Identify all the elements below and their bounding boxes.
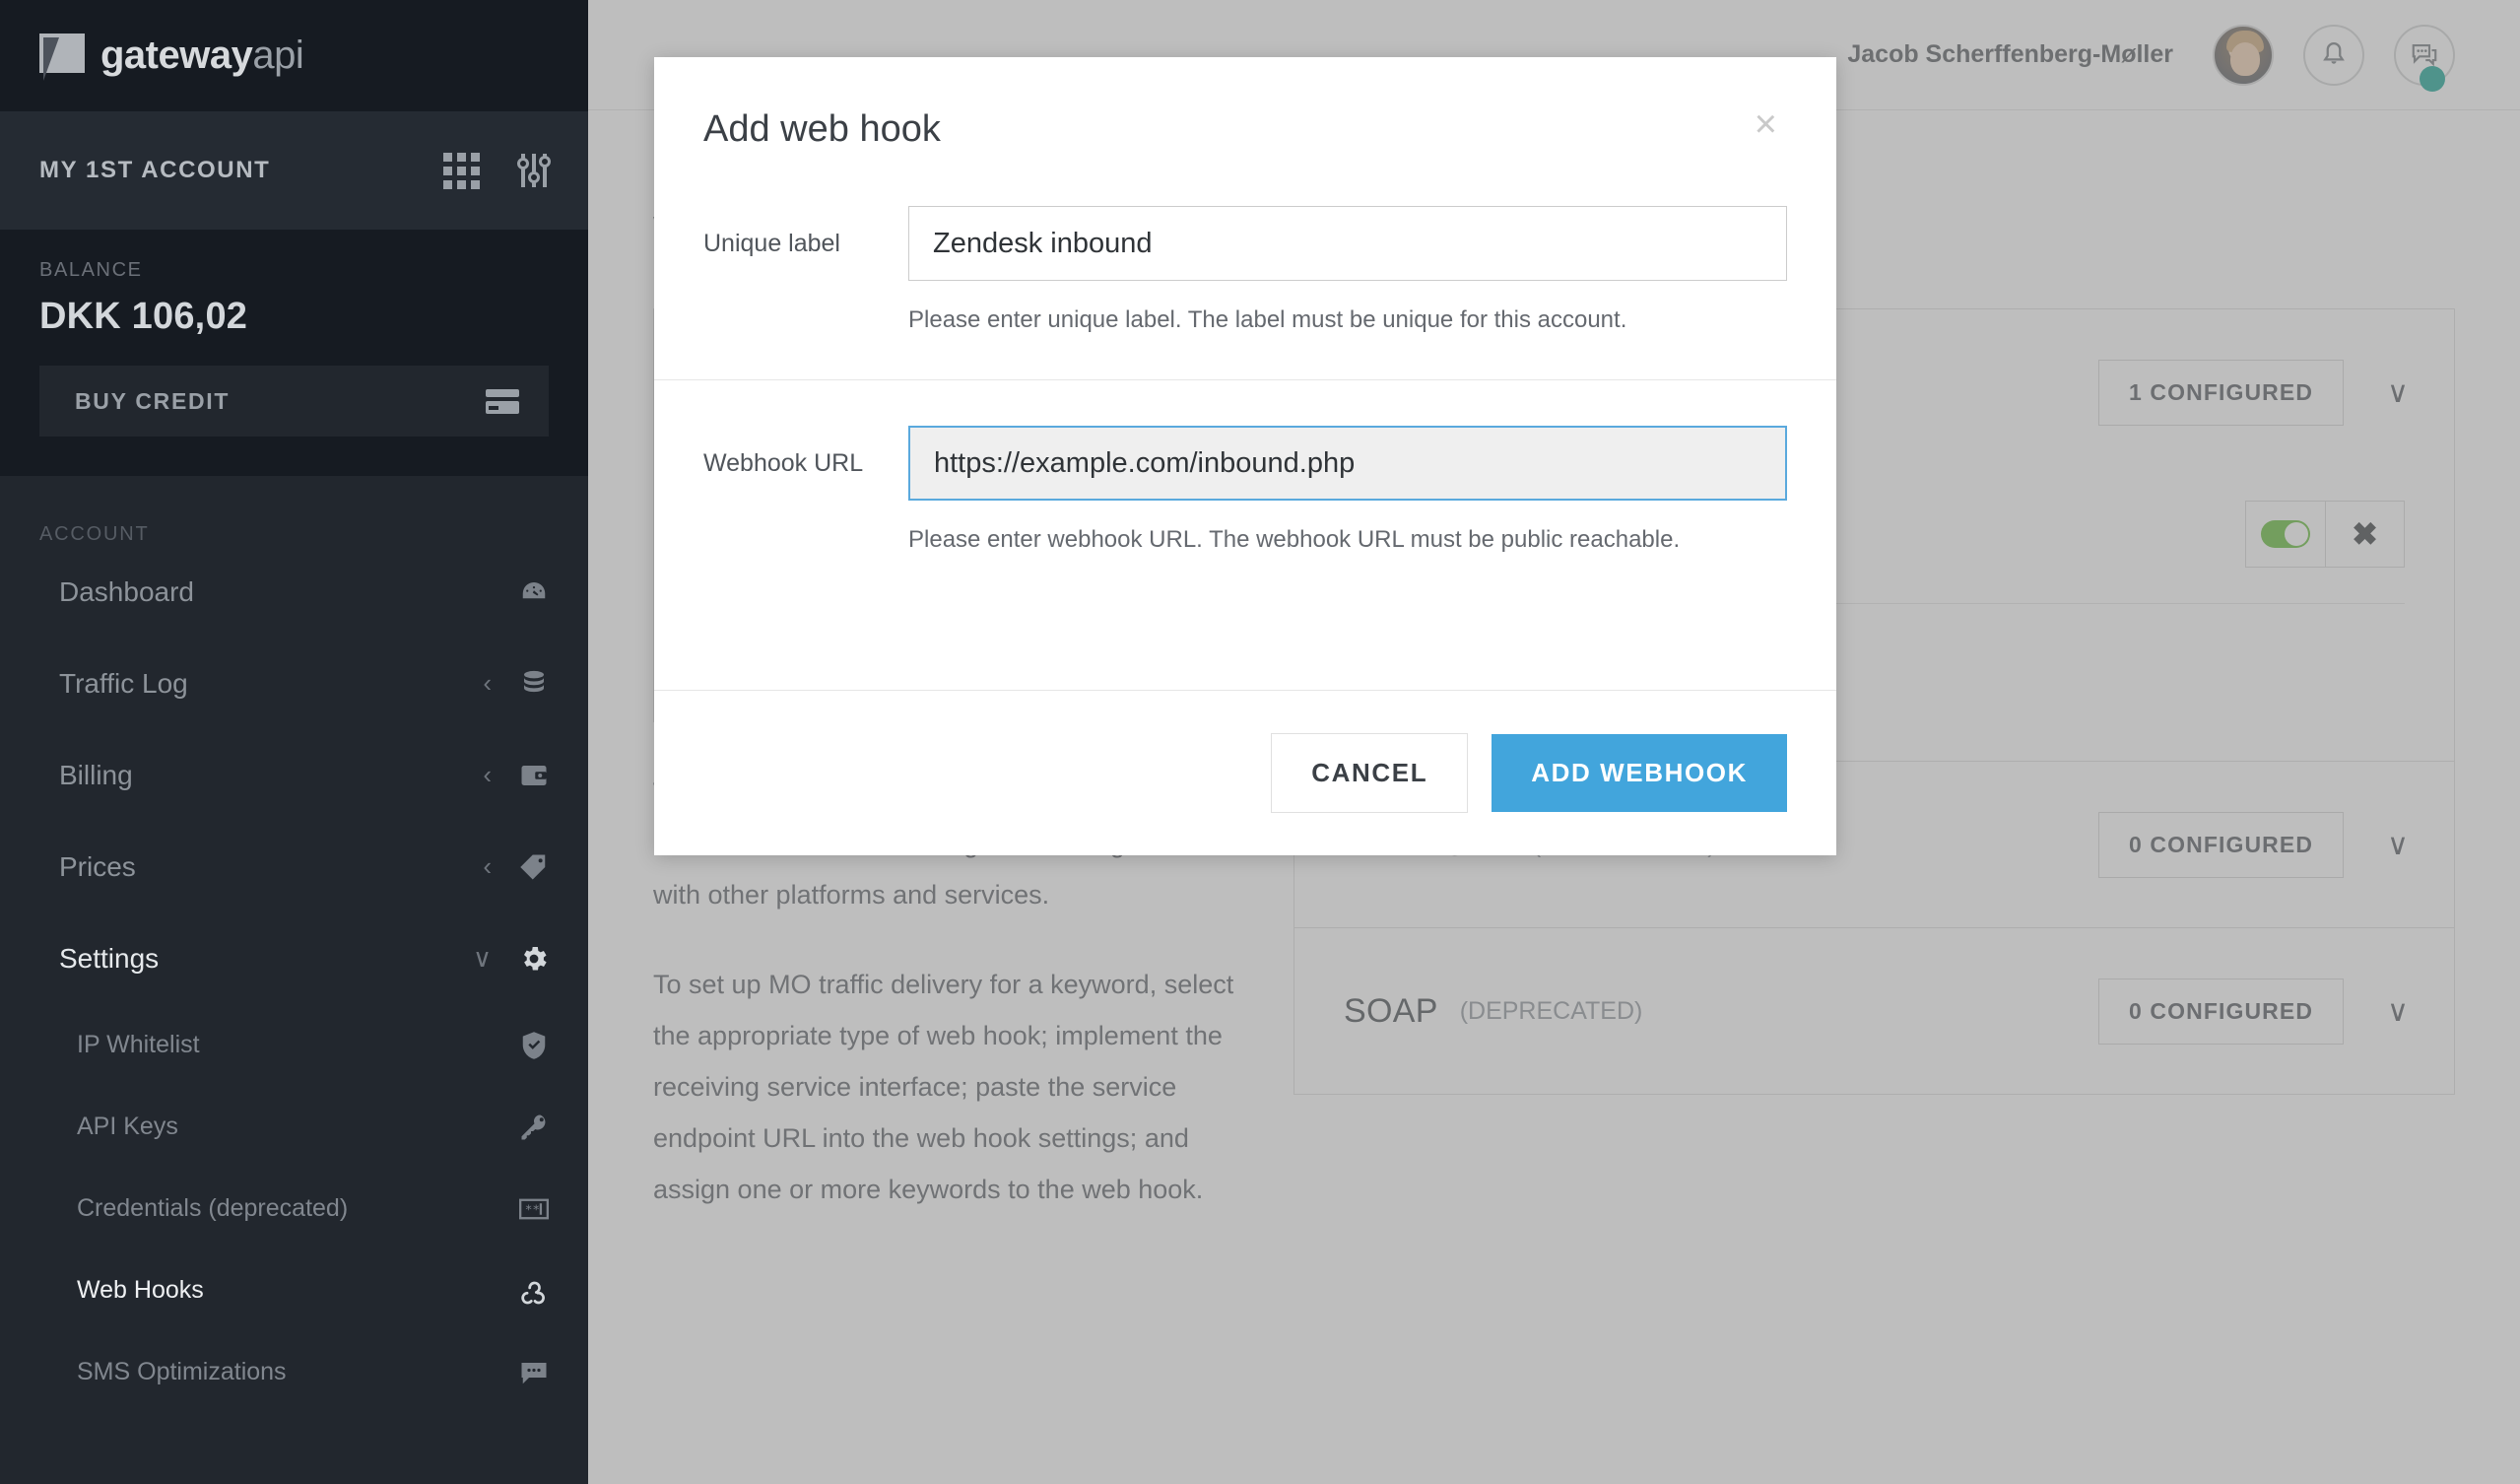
close-icon[interactable]: × [1755, 108, 1777, 140]
sidebar-item-settings[interactable]: Settings ∨ [0, 912, 588, 1004]
sidebar-item-label: Dashboard [59, 576, 517, 608]
sidebar-item-traffic-log[interactable]: Traffic Log ‹ [0, 638, 588, 729]
cancel-button[interactable]: CANCEL [1271, 733, 1468, 813]
sidebar-subitem-label: Credentials (deprecated) [77, 1194, 517, 1223]
balance-value: DKK 106,02 [39, 296, 549, 338]
webhook-url-input[interactable] [908, 426, 1787, 501]
brand-name: gatewayapi [100, 34, 303, 78]
sidebar-item-dashboard[interactable]: Dashboard [0, 546, 588, 638]
sidebar-item-sms-optimizations[interactable]: SMS Optimizations [0, 1331, 588, 1413]
app-root: gatewayapi MY 1ST ACCOUNT BALANC [0, 0, 2520, 1484]
account-switcher[interactable]: MY 1ST ACCOUNT [0, 111, 588, 230]
key-icon [517, 1113, 551, 1142]
account-name: MY 1ST ACCOUNT [39, 157, 270, 184]
divider [654, 379, 1836, 380]
chevron-left-icon: ‹ [483, 760, 492, 790]
field-help: Please enter unique label. The label mus… [908, 306, 1787, 334]
balance-label: BALANCE [39, 259, 549, 282]
chevron-down-icon: ∨ [473, 943, 492, 974]
wallet-icon [517, 762, 551, 789]
gear-icon [517, 943, 551, 975]
sidebar-item-label: Settings [59, 943, 473, 975]
sidebar-subitem-label: Web Hooks [77, 1276, 517, 1305]
gauge-icon [517, 577, 551, 607]
field-wrap: Please enter unique label. The label mus… [881, 206, 1787, 334]
sidebar-subitem-label: SMS Optimizations [77, 1358, 517, 1386]
webhook-icon [517, 1276, 551, 1306]
field-label: Webhook URL [703, 426, 881, 554]
account-icon-group [443, 153, 551, 189]
add-webhook-button[interactable]: ADD WEBHOOK [1492, 734, 1787, 812]
sidebar-subitem-label: IP Whitelist [77, 1031, 517, 1059]
sidebar-section-label: ACCOUNT [0, 476, 588, 546]
field-help: Please enter webhook URL. The webhook UR… [908, 526, 1787, 554]
chevron-left-icon: ‹ [483, 668, 492, 699]
field-label: Unique label [703, 206, 881, 334]
field-unique-label-row: Unique label Please enter unique label. … [654, 206, 1836, 334]
sidebar-item-web-hooks[interactable]: Web Hooks [0, 1249, 588, 1331]
sidebar-item-billing[interactable]: Billing ‹ [0, 729, 588, 821]
balance-section: BALANCE DKK 106,02 BUY CREDIT [0, 230, 588, 476]
dialog-footer: CANCEL ADD WEBHOOK [654, 690, 1836, 855]
sidebar-subitem-label: API Keys [77, 1113, 517, 1141]
sidebar-item-ip-whitelist[interactable]: IP Whitelist [0, 1004, 588, 1086]
field-wrap: Please enter webhook URL. The webhook UR… [881, 426, 1787, 554]
svg-text:**: ** [525, 1201, 540, 1216]
password-field-icon: ** [517, 1198, 551, 1220]
gatewayapi-logo-icon [39, 34, 85, 79]
add-webhook-dialog: Add web hook × Unique label Please enter… [654, 57, 1836, 855]
dialog-header: Add web hook × [654, 57, 1836, 151]
tag-icon [517, 852, 551, 882]
database-icon [517, 669, 551, 699]
dialog-title: Add web hook [703, 108, 1755, 151]
brand-logo[interactable]: gatewayapi [0, 0, 588, 111]
grid-icon[interactable] [443, 153, 480, 189]
brand-name-light: api [252, 34, 303, 77]
sidebar-item-prices[interactable]: Prices ‹ [0, 821, 588, 912]
shield-check-icon [517, 1031, 551, 1060]
sidebar-item-api-keys[interactable]: API Keys [0, 1086, 588, 1168]
sidebar-item-label: Billing [59, 760, 483, 791]
buy-credit-label: BUY CREDIT [75, 388, 230, 415]
chat-bubble-icon [517, 1360, 551, 1385]
sidebar-item-credentials[interactable]: Credentials (deprecated) ** [0, 1168, 588, 1249]
sidebar-item-label: Prices [59, 851, 483, 883]
buy-credit-button[interactable]: BUY CREDIT [39, 366, 549, 437]
field-webhook-url-row: Webhook URL Please enter webhook URL. Th… [654, 426, 1836, 554]
credit-card-icon [486, 389, 519, 414]
sidebar: gatewayapi MY 1ST ACCOUNT BALANC [0, 0, 588, 1484]
brand-name-bold: gateway [100, 34, 252, 77]
unique-label-input[interactable] [908, 206, 1787, 281]
sidebar-item-label: Traffic Log [59, 668, 483, 700]
chevron-left-icon: ‹ [483, 851, 492, 882]
sliders-icon[interactable] [517, 154, 551, 187]
